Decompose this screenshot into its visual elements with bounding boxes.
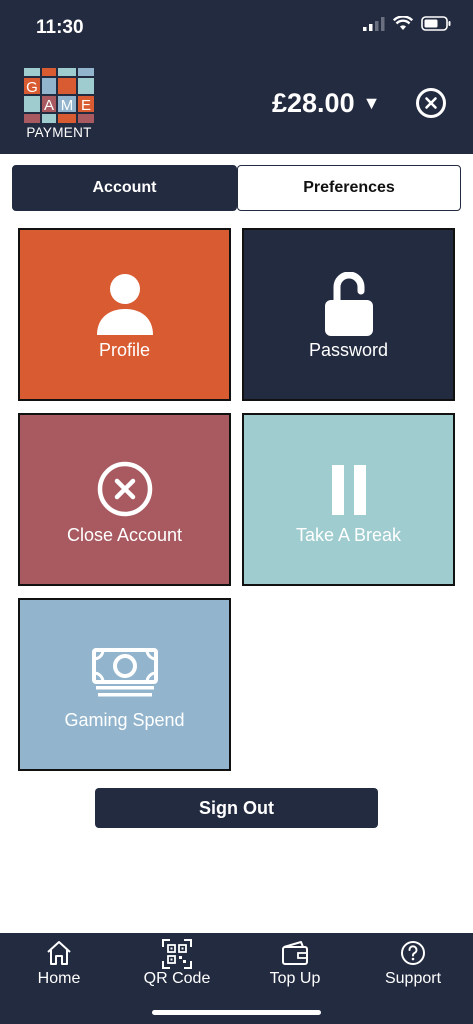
close-icon: [425, 97, 437, 109]
help-icon: [401, 941, 425, 965]
tile-label: Password: [308, 340, 389, 360]
close-circle-icon: [97, 461, 152, 517]
tile-label: Profile: [98, 340, 151, 360]
nav-item-support[interactable]: Support: [354, 933, 472, 1003]
wifi-icon: [393, 16, 413, 30]
balance-amount: £28.00: [272, 88, 355, 118]
logo-letter: A: [44, 97, 54, 114]
status-time: 11:30: [36, 17, 84, 38]
tab-account[interactable]: Account: [12, 165, 237, 211]
nav-label: QR Code: [143, 970, 211, 987]
logo-wordmark: PAYMENT: [26, 125, 92, 140]
status-icons: [363, 16, 451, 31]
nav-item-home[interactable]: Home: [0, 933, 118, 1003]
nav-item-qr-code[interactable]: QR Code: [118, 933, 236, 1003]
signal-icon: [363, 16, 385, 31]
nav-label: Home: [37, 970, 81, 987]
logo-letter: M: [61, 97, 74, 114]
home-icon: [47, 941, 71, 965]
sign-out-button[interactable]: Sign Out: [95, 788, 378, 828]
padlock-open-icon: [324, 272, 373, 336]
account-tabs: Account Preferences: [12, 165, 461, 211]
battery-icon: [421, 16, 451, 31]
caret-down-icon: ▼: [362, 93, 381, 113]
qr-code-icon: [162, 939, 192, 969]
close-account-tile[interactable]: Close Account: [18, 413, 231, 586]
app-header: 11:30 G A M E PAYMENT £28.00 ▼: [0, 0, 473, 154]
balance-selector[interactable]: £28.00 ▼: [272, 88, 380, 119]
gaming-spend-tile[interactable]: Gaming Spend: [18, 598, 231, 771]
logo-mosaic-icon: G A M E: [24, 68, 94, 123]
home-indicator[interactable]: [152, 1010, 321, 1015]
profile-tile[interactable]: Profile: [18, 228, 231, 401]
wallet-icon: [282, 941, 308, 965]
user-icon: [96, 274, 153, 335]
nav-label: Top Up: [269, 970, 321, 987]
money-icon: [91, 648, 158, 697]
nav-item-top-up[interactable]: Top Up: [236, 933, 354, 1003]
password-tile[interactable]: Password: [242, 228, 455, 401]
game-payment-logo[interactable]: G A M E PAYMENT: [24, 68, 94, 142]
pause-icon: [331, 465, 366, 515]
take-a-break-tile[interactable]: Take A Break: [242, 413, 455, 586]
tab-preferences[interactable]: Preferences: [237, 165, 461, 211]
nav-label: Support: [384, 970, 442, 987]
tile-label: Close Account: [66, 525, 183, 545]
close-button[interactable]: [416, 88, 446, 118]
tile-label: Gaming Spend: [64, 710, 185, 730]
tile-label: Take A Break: [295, 525, 402, 545]
logo-letter: G: [26, 79, 38, 96]
logo-letter: E: [81, 97, 91, 114]
